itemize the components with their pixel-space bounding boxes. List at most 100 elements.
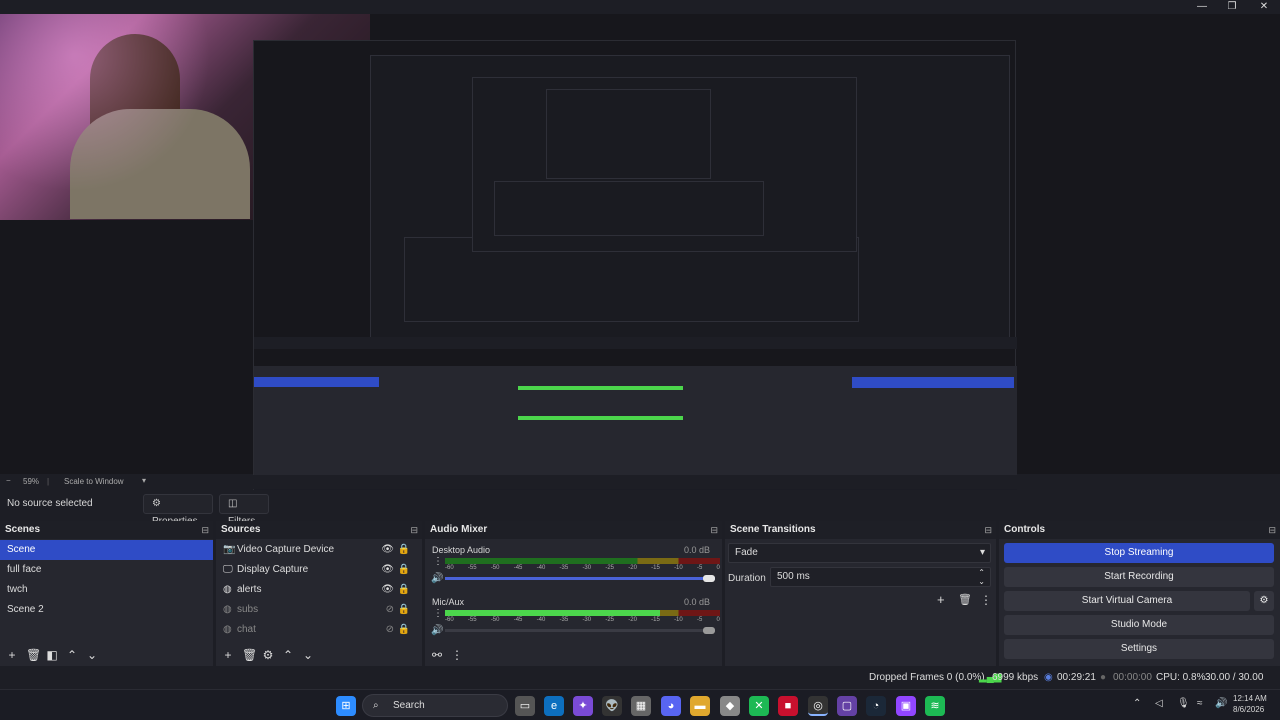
edge-icon[interactable]: e <box>544 696 564 716</box>
lock-icon[interactable]: 🔒 <box>398 620 410 640</box>
folder-icon[interactable]: ▬ <box>690 696 710 716</box>
source-item[interactable]: 🖵 Display Capture 👁 🔒 <box>216 560 422 580</box>
nested-stop-button <box>852 377 1014 388</box>
alien-icon[interactable]: 👽 <box>602 696 622 716</box>
volume-knob[interactable] <box>703 575 715 582</box>
gear-icon[interactable]: ⚙ <box>1254 591 1274 611</box>
microphone-icon[interactable]: 🎙 <box>1177 698 1190 709</box>
scale-mode-select[interactable]: Scale to Window <box>64 477 124 486</box>
lock-icon[interactable]: 🔒 <box>398 580 410 600</box>
tick-label: -10 <box>674 565 683 571</box>
wifi-icon[interactable]: ≈ <box>1197 698 1203 709</box>
nested-docks-2 <box>494 181 764 236</box>
copilot-icon[interactable]: ✦ <box>573 696 593 716</box>
start-recording-button[interactable]: Start Recording <box>1004 567 1274 587</box>
volume-knob[interactable] <box>703 627 715 634</box>
store-icon[interactable]: ▦ <box>631 696 651 716</box>
source-item[interactable]: ◍ subs ⊘ 🔒 <box>216 600 422 620</box>
tick-label: -15 <box>651 617 660 623</box>
move-up-icon[interactable]: ⌃ <box>282 648 294 662</box>
source-item[interactable]: 📷 Video Capture Device 👁 🔒 <box>216 540 422 560</box>
more-icon[interactable]: ⋮ <box>980 593 992 607</box>
add-transition-button[interactable]: + <box>937 592 945 607</box>
clock-time[interactable]: 12:14 AM <box>1233 694 1267 703</box>
zoom-level[interactable]: 59% <box>23 477 39 486</box>
volume-slider[interactable] <box>445 575 715 582</box>
speaker-icon[interactable]: ◁ <box>1155 698 1163 709</box>
eye-hidden-icon[interactable]: ⊘ <box>386 620 394 640</box>
add-source-button[interactable]: + <box>222 648 234 662</box>
more-icon[interactable]: ⋮ <box>433 556 443 567</box>
volume-slider[interactable] <box>445 627 715 634</box>
move-down-icon[interactable]: ⌄ <box>302 648 314 662</box>
gear-icon[interactable]: ⚙ <box>262 648 274 662</box>
lock-icon[interactable]: 🔒 <box>398 540 410 560</box>
maximize-button[interactable]: ❐ <box>1216 0 1248 14</box>
scene-filters-icon[interactable]: ◧ <box>46 648 58 662</box>
eye-icon[interactable]: 👁 <box>381 540 394 560</box>
move-down-icon[interactable]: ⌄ <box>86 648 98 662</box>
source-item[interactable]: ◍ chat ⊘ 🔒 <box>216 620 422 640</box>
obs-icon[interactable]: ◎ <box>808 696 828 716</box>
scene-item[interactable]: full face <box>0 560 213 580</box>
link-icon[interactable]: ⚯ <box>431 648 443 662</box>
chevron-up-icon[interactable]: ⌃ <box>1133 698 1141 709</box>
taskbar-search[interactable]: ⌕ Search <box>362 694 508 717</box>
volume-icon[interactable]: 🔊 <box>1215 698 1227 709</box>
trash-icon[interactable]: 🗑 <box>242 648 257 662</box>
close-button[interactable]: ✕ <box>1248 0 1280 14</box>
twitch-icon[interactable]: ▢ <box>837 696 857 716</box>
popout-icon[interactable]: ⊟ <box>201 521 209 539</box>
duration-label: Duration <box>728 573 766 584</box>
lock-icon[interactable]: 🔒 <box>398 600 410 620</box>
popout-icon[interactable]: ⊟ <box>984 521 992 539</box>
spotify-icon[interactable]: ≋ <box>925 696 945 716</box>
source-item[interactable]: ◍ alerts 👁 🔒 <box>216 580 422 600</box>
game-icon[interactable]: ◆ <box>720 696 740 716</box>
trash-icon[interactable]: 🗑 <box>958 593 972 606</box>
minimize-button[interactable]: — <box>1186 0 1218 14</box>
speaker-icon[interactable]: 🔊 <box>431 573 443 584</box>
lock-icon[interactable]: 🔒 <box>398 560 410 580</box>
discord-icon[interactable]: ◕ <box>661 696 681 716</box>
nested-docks <box>254 366 1017 476</box>
red-app-icon[interactable]: ■ <box>778 696 798 716</box>
eye-icon[interactable]: 👁 <box>381 560 394 580</box>
eye-hidden-icon[interactable]: ⊘ <box>386 600 394 620</box>
scene-item[interactable]: Scene <box>0 540 213 560</box>
move-up-icon[interactable]: ⌃ <box>66 648 78 662</box>
properties-button[interactable]: ⚙ Properties <box>143 494 213 527</box>
eye-icon[interactable]: 👁 <box>381 580 394 600</box>
spin-down-icon[interactable]: ⌄ <box>978 573 985 591</box>
stop-streaming-button[interactable]: Stop Streaming <box>1004 543 1274 563</box>
clock-date[interactable]: 8/6/2026 <box>1233 705 1264 714</box>
more-icon[interactable]: ⋮ <box>451 648 463 662</box>
steam-icon[interactable]: ◔ <box>866 696 886 716</box>
filter-icon: ◫ <box>228 498 238 509</box>
start-virtual-camera-button[interactable]: Start Virtual Camera <box>1004 591 1250 611</box>
xbox-icon[interactable]: ✕ <box>749 696 769 716</box>
scene-item[interactable]: twch <box>0 580 213 600</box>
popout-icon[interactable]: ⊟ <box>710 521 718 539</box>
zoom-out-button[interactable]: − <box>6 476 11 485</box>
windows-start-icon[interactable]: ⊞ <box>336 696 356 716</box>
task-view-icon[interactable]: ▭ <box>515 696 535 716</box>
chevron-down-icon[interactable]: ▾ <box>142 476 146 485</box>
nested-scene-selected <box>254 377 379 387</box>
display-capture <box>253 40 1017 495</box>
speaker-icon[interactable]: 🔊 <box>431 625 443 636</box>
filters-button[interactable]: ◫ Filters <box>219 494 269 527</box>
tick-label: -25 <box>605 617 615 623</box>
popout-icon[interactable]: ⊟ <box>410 521 418 539</box>
transition-select[interactable]: Fade ▾ <box>728 543 991 563</box>
scene-item[interactable]: Scene 2 <box>0 600 213 620</box>
settings-button[interactable]: Settings <box>1004 639 1274 659</box>
preview-canvas[interactable] <box>0 14 1280 495</box>
trash-icon[interactable]: 🗑 <box>26 648 41 662</box>
more-icon[interactable]: ⋮ <box>433 608 443 619</box>
popout-icon[interactable]: ⊟ <box>1268 521 1276 539</box>
studio-mode-button[interactable]: Studio Mode <box>1004 615 1274 635</box>
streamlabs-icon[interactable]: ▣ <box>896 696 916 716</box>
add-scene-button[interactable]: + <box>6 648 18 662</box>
duration-field[interactable]: 500 ms ⌃ ⌄ <box>770 567 991 587</box>
